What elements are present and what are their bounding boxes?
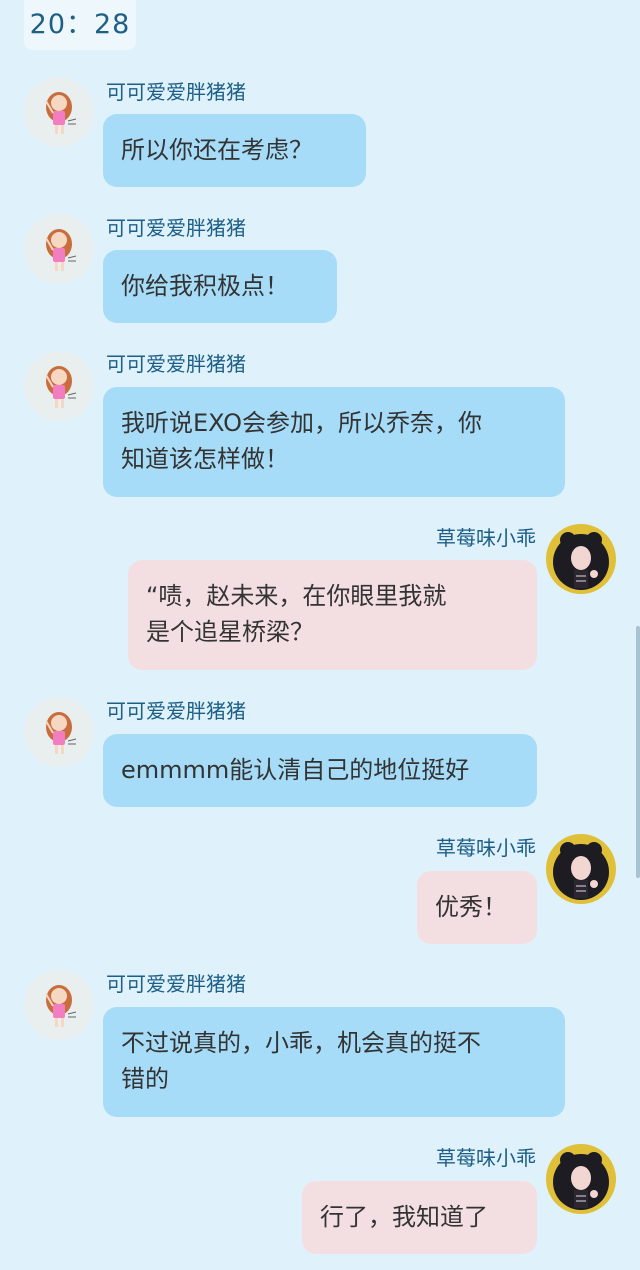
- sender-name: 草莓味小乖: [436, 1146, 536, 1170]
- sender-name: 可可爱爱胖猪猪: [106, 216, 246, 240]
- message-text: 不过说真的，小乖，机会真的挺不 错的: [121, 1029, 481, 1093]
- message-bubble-outgoing[interactable]: “啧，赵未来，在你眼里我就 是个追星桥梁？: [128, 560, 537, 670]
- message-text: 所以你还在考虑？: [121, 136, 313, 164]
- scrollbar[interactable]: [636, 626, 640, 878]
- sender-name: 可可爱爱胖猪猪: [106, 80, 246, 104]
- message-bubble-incoming[interactable]: 所以你还在考虑？: [103, 114, 366, 187]
- message-text: emmmm能认清自己的地位挺好: [121, 756, 470, 784]
- message-text: 优秀！: [435, 893, 507, 921]
- message-text: “啧，赵未来，在你眼里我就 是个追星桥梁？: [146, 582, 447, 646]
- message-text: 你给我积极点！: [121, 272, 289, 300]
- message-text: 我听说EXO会参加，所以乔奈，你 知道该怎样做！: [121, 409, 482, 473]
- dark-hair-girl-avatar-icon[interactable]: [546, 524, 616, 594]
- message-text: 行了，我知道了: [320, 1203, 488, 1231]
- sender-name: 可可爱爱胖猪猪: [106, 352, 246, 376]
- sender-name: 草莓味小乖: [436, 526, 536, 550]
- sender-name: 可可爱爱胖猪猪: [106, 972, 246, 996]
- sender-name: 可可爱爱胖猪猪: [106, 699, 246, 723]
- message-bubble-incoming[interactable]: 我听说EXO会参加，所以乔奈，你 知道该怎样做！: [103, 387, 565, 497]
- dark-hair-girl-avatar-icon[interactable]: [546, 1144, 616, 1214]
- sender-name: 草莓味小乖: [436, 836, 536, 860]
- cartoon-girl-avatar-icon[interactable]: [24, 214, 94, 284]
- message-bubble-outgoing[interactable]: 优秀！: [417, 871, 537, 944]
- message-bubble-incoming[interactable]: 你给我积极点！: [103, 250, 337, 323]
- message-bubble-incoming[interactable]: emmmm能认清自己的地位挺好: [103, 734, 537, 807]
- cartoon-girl-avatar-icon[interactable]: [24, 970, 94, 1040]
- cartoon-girl-avatar-icon[interactable]: [24, 77, 94, 147]
- cartoon-girl-avatar-icon[interactable]: [24, 351, 94, 421]
- dark-hair-girl-avatar-icon[interactable]: [546, 834, 616, 904]
- timestamp: 20：28: [24, 0, 136, 50]
- cartoon-girl-avatar-icon[interactable]: [24, 697, 94, 767]
- message-bubble-outgoing[interactable]: 行了，我知道了: [302, 1181, 537, 1254]
- message-bubble-incoming[interactable]: 不过说真的，小乖，机会真的挺不 错的: [103, 1007, 565, 1117]
